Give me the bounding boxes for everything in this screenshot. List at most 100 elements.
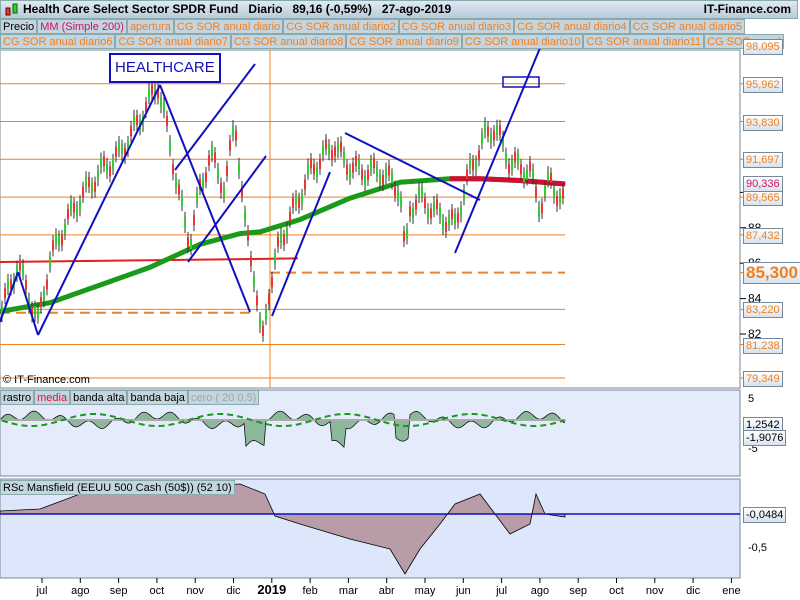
candle (244, 210, 246, 221)
legend-item[interactable]: CG SOR anual diario10 (461, 34, 584, 49)
candle (370, 160, 372, 171)
trend-line (0, 271, 19, 323)
candle (412, 207, 414, 218)
candle (403, 231, 405, 242)
candle (127, 141, 129, 152)
candle (211, 146, 213, 157)
candle (424, 197, 426, 208)
legend-item[interactable]: CG SOR anual diario3 (398, 19, 515, 34)
candle (106, 163, 108, 174)
candle (25, 279, 27, 290)
candle (226, 165, 228, 176)
candle (40, 297, 42, 308)
candle (115, 146, 117, 157)
candle (340, 141, 342, 152)
candle (301, 194, 303, 205)
legend-item[interactable]: CG SOR anual diario (173, 19, 284, 34)
price-label: 87,432 (743, 227, 783, 244)
candle (439, 208, 441, 219)
x-tick-label: jul (495, 585, 507, 597)
candle (361, 169, 363, 180)
legend-item[interactable]: MM (Simple 200) (37, 19, 127, 34)
candle (382, 175, 384, 186)
legend-item[interactable]: CG SOR anual diario7 (115, 34, 231, 49)
candle (31, 306, 33, 317)
candle (145, 102, 147, 113)
legend-item[interactable]: CG SOR anual diario4 (514, 19, 630, 34)
legend-item[interactable]: apertura (126, 19, 174, 34)
candle (358, 159, 360, 170)
x-tick-label: oct (609, 585, 624, 597)
candle (469, 158, 471, 169)
candle (538, 206, 540, 217)
candle (421, 186, 423, 197)
candle (64, 224, 66, 235)
candle (334, 146, 336, 157)
candle (16, 266, 18, 277)
trend-line (271, 171, 331, 317)
candle (175, 178, 177, 189)
candle (514, 152, 516, 163)
candle (187, 237, 189, 248)
panel1-legend-item[interactable]: media (34, 390, 71, 405)
panel1-legend-item[interactable]: banda baja (127, 390, 188, 405)
legend-item[interactable]: CG SOR anual diario9 (346, 34, 462, 49)
legend-item[interactable]: CG SOR anual diario2 (283, 19, 399, 34)
candle (466, 169, 468, 180)
candle (451, 209, 453, 220)
candle (139, 119, 141, 130)
candle (94, 181, 96, 192)
candle (247, 230, 249, 241)
candle (277, 236, 279, 247)
candle (430, 208, 432, 219)
target-box (502, 76, 540, 88)
rsc-area (0, 483, 566, 575)
candle (481, 133, 483, 144)
candle (10, 279, 12, 290)
price-label: 91,697 (743, 152, 783, 169)
panel1-legend-item[interactable]: banda alta (70, 390, 128, 405)
x-tick-label: ago (71, 585, 89, 597)
candle (388, 165, 390, 176)
candle (397, 190, 399, 201)
candle (253, 276, 255, 287)
x-tick-label: abr (379, 585, 395, 597)
candle (478, 150, 480, 161)
panel1-legend-item[interactable]: rastro (0, 390, 35, 405)
panel1-legend: rastro media banda alta banda baja cero ( 20… (0, 390, 260, 405)
legend-item[interactable]: CG SOR anual diario6 (0, 34, 116, 49)
candle (130, 126, 132, 137)
x-tick-label: ene (722, 585, 740, 597)
trend-line (37, 84, 161, 336)
candle (460, 206, 462, 217)
legend-item[interactable]: CG SOR anual diario5 (629, 19, 746, 34)
candle (556, 195, 558, 206)
legend-item[interactable]: Precio (0, 19, 38, 34)
candle (436, 199, 438, 210)
price-panel (0, 49, 741, 389)
price-label: 95,962 (743, 76, 783, 93)
price-label: 83,220 (743, 302, 783, 319)
candle (202, 178, 204, 189)
price-label: 90,336 (743, 176, 783, 193)
candle (7, 279, 9, 290)
candle (190, 239, 192, 250)
candle (562, 188, 564, 199)
x-tick-label: jun (455, 585, 471, 597)
candle (70, 200, 72, 211)
price-label: -0,0484 (743, 507, 787, 523)
candle (328, 144, 330, 155)
candle (163, 102, 165, 113)
x-tick-label: sep (110, 585, 128, 597)
support-line (0, 257, 299, 263)
legend-item[interactable]: CG SOR anual diario8 (230, 34, 347, 49)
candle (355, 156, 357, 167)
panel1-legend-item[interactable]: cero ( 20 0.5) (187, 390, 260, 405)
candle (85, 176, 87, 187)
legend-item[interactable]: CG SOR anual diario11 (583, 34, 705, 49)
legend-row-2: CG SOR anual diario6 CG SOR anual diario7… (0, 34, 784, 49)
candle (271, 277, 273, 288)
candle (559, 193, 561, 204)
candle (409, 206, 411, 217)
candle (406, 228, 408, 239)
